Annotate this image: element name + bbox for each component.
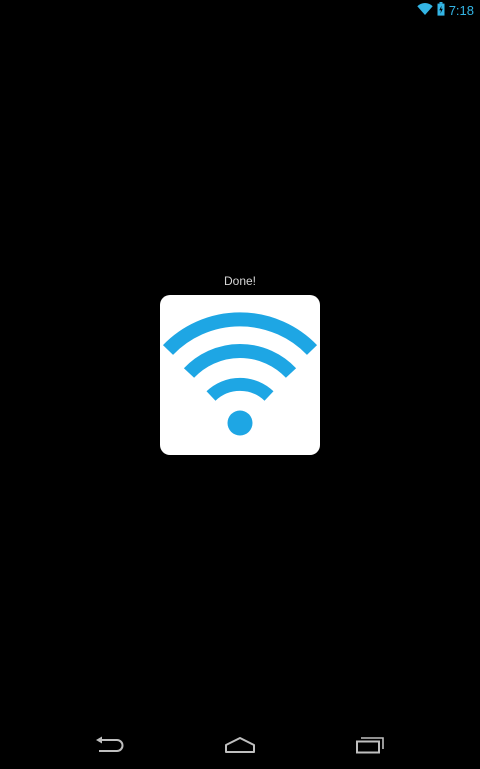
navigation-bar [0, 721, 480, 769]
clock: 7:18 [448, 3, 474, 18]
back-button[interactable] [86, 727, 134, 763]
home-button[interactable] [216, 727, 264, 763]
recents-button[interactable] [346, 727, 394, 763]
wifi-icon [162, 312, 318, 436]
wifi-icon [416, 2, 433, 20]
home-icon [225, 737, 255, 753]
back-icon [96, 736, 124, 752]
status-bar: 7:18 [0, 0, 480, 22]
recents-icon [356, 737, 384, 754]
status-message: Done! [223, 274, 257, 288]
status-icons: 7:18 [416, 1, 474, 21]
wifi-widget-button[interactable] [160, 295, 320, 455]
battery-icon [437, 1, 445, 21]
